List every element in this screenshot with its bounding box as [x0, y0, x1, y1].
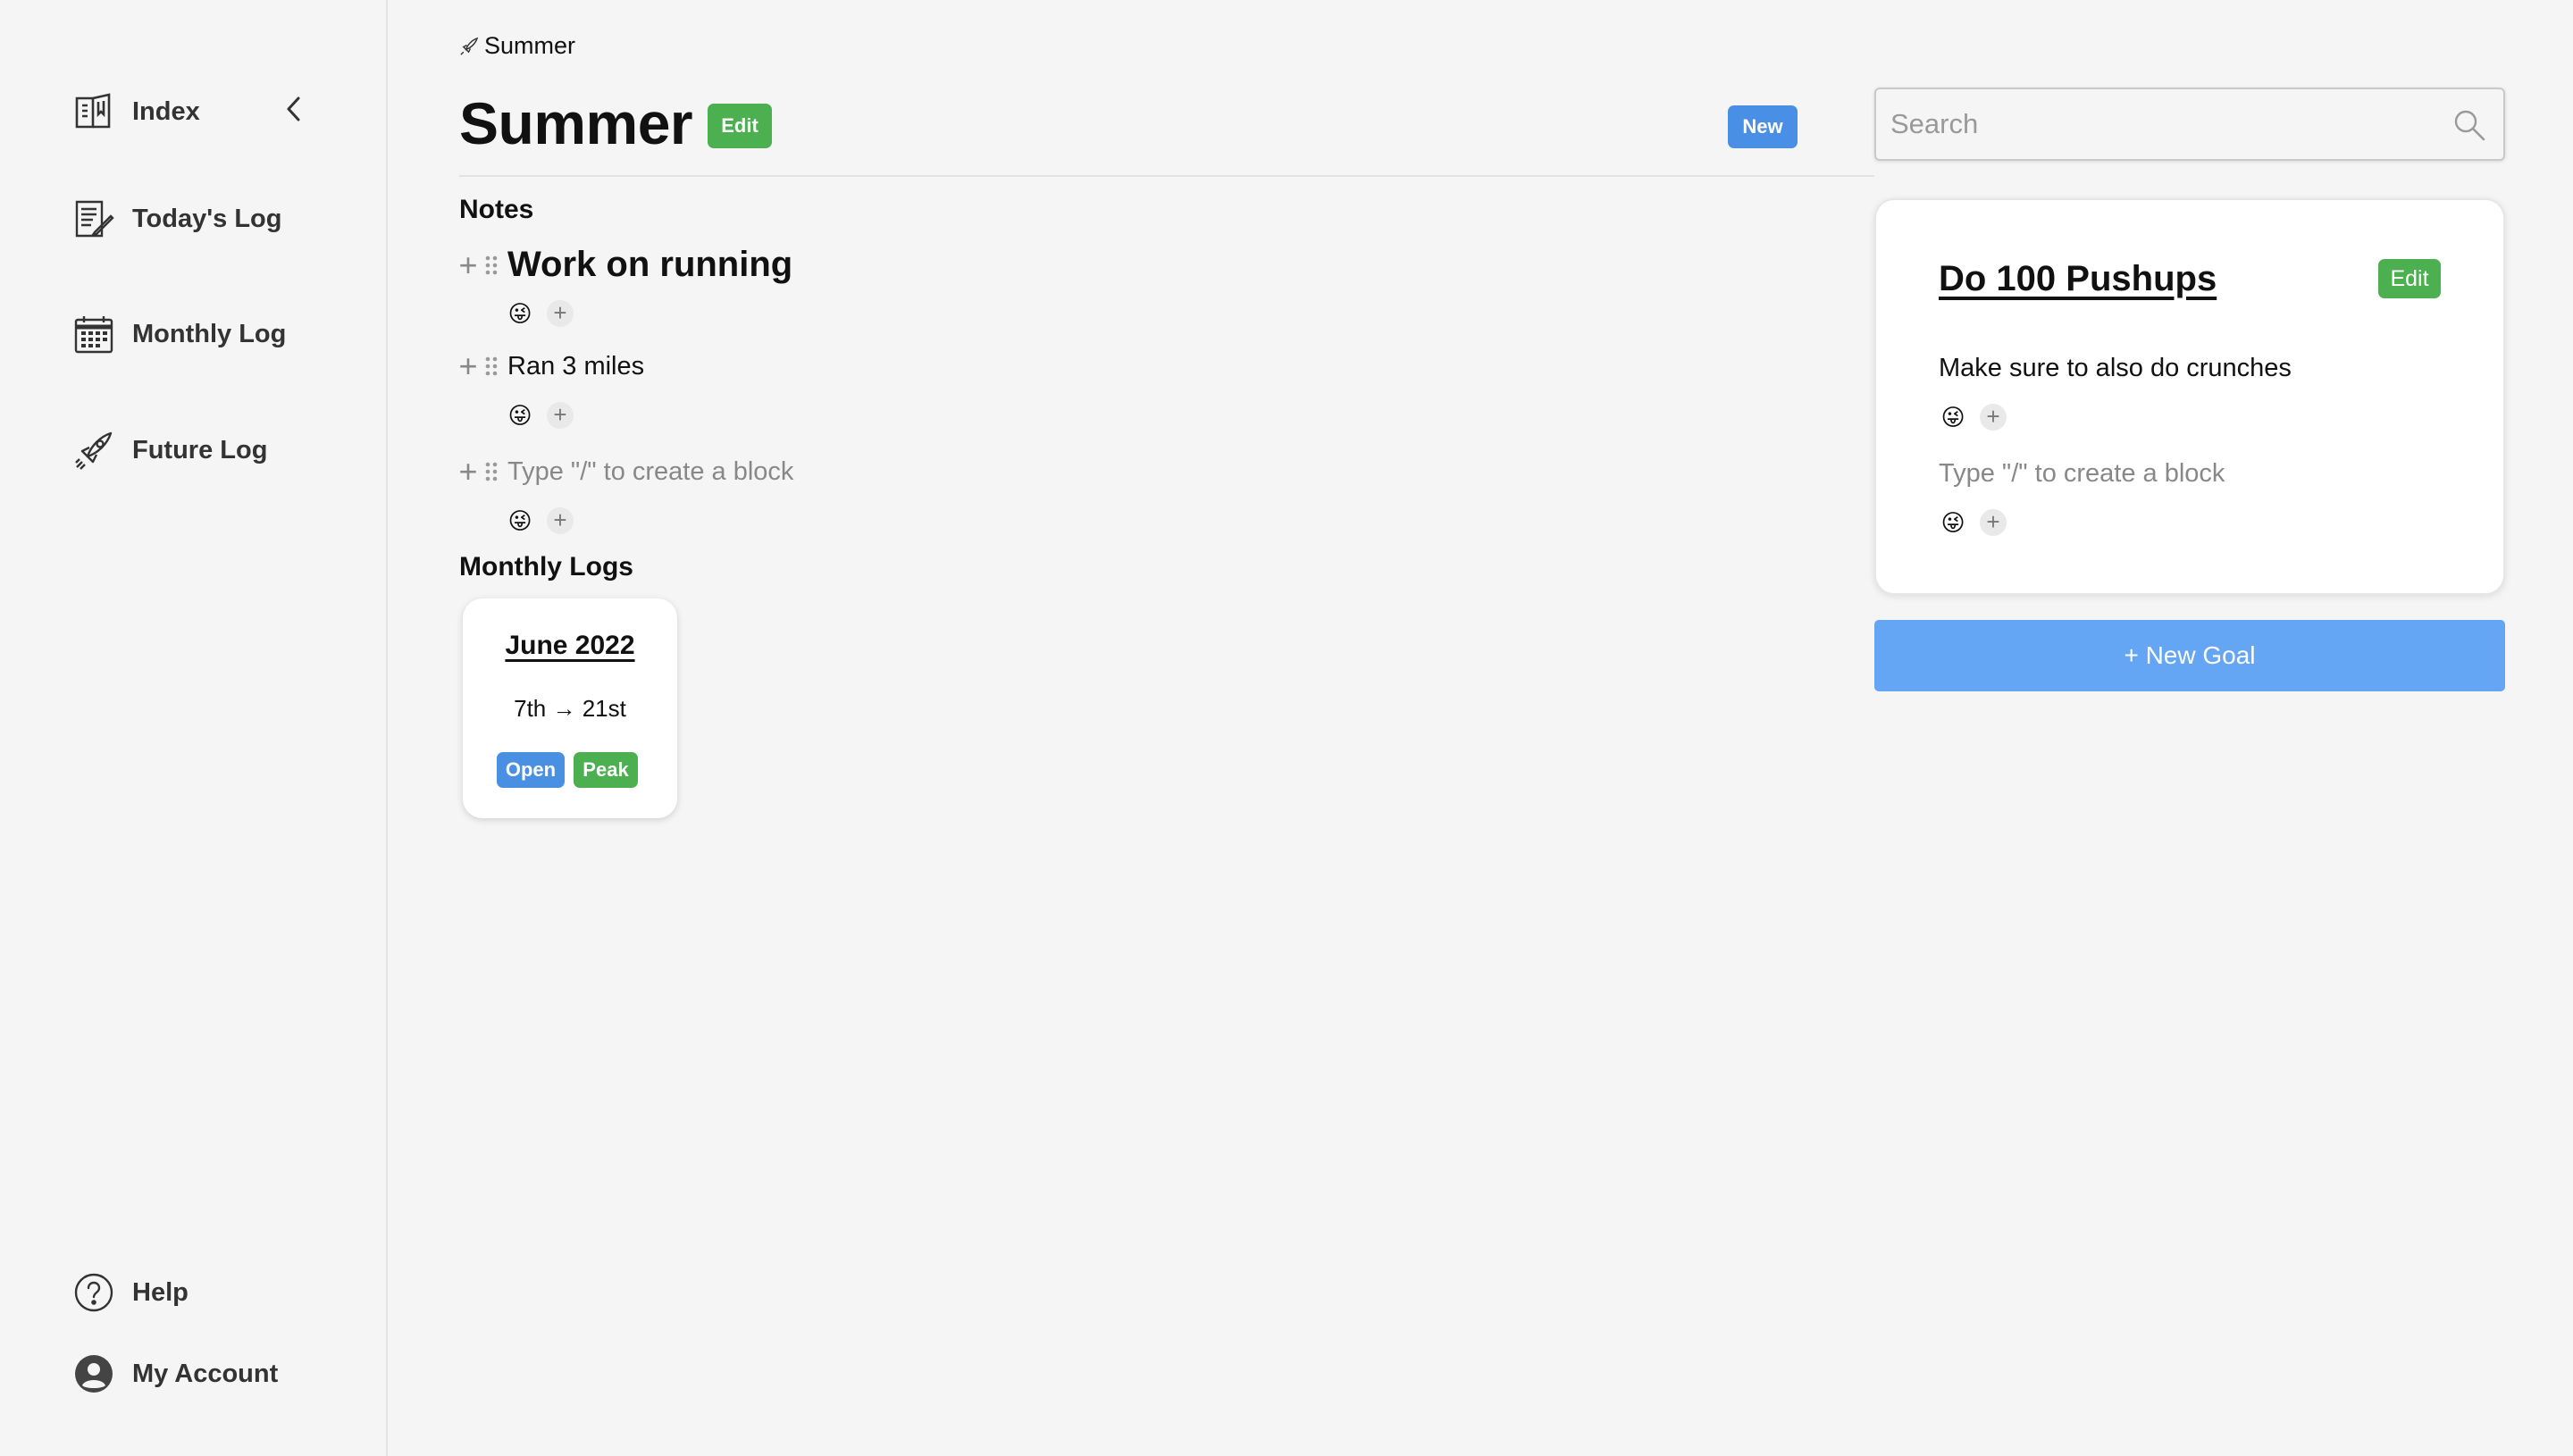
- new-button[interactable]: New: [1728, 105, 1798, 148]
- sidebar-item-label: Today's Log: [132, 204, 282, 233]
- reaction-row: 😜 +: [506, 507, 574, 534]
- note-block-text[interactable]: Work on running: [507, 245, 792, 285]
- account-icon: [73, 1353, 114, 1394]
- edit-title-button[interactable]: Edit: [708, 104, 772, 148]
- chevron-left-icon: [287, 96, 300, 121]
- reaction-emoji[interactable]: 😜: [506, 404, 534, 427]
- drag-handle-icon[interactable]: [482, 254, 500, 277]
- reaction-row: 😜 +: [506, 300, 574, 327]
- sidebar-item-index[interactable]: Index: [73, 91, 200, 132]
- goal-text[interactable]: Make sure to also do crunches: [1939, 354, 2292, 383]
- book-icon: [73, 91, 114, 132]
- block-handle[interactable]: +: [456, 248, 500, 281]
- add-reaction-button[interactable]: +: [547, 402, 574, 429]
- sidebar-item-todays-log[interactable]: Today's Log: [73, 198, 281, 239]
- sidebar-item-future-log[interactable]: Future Log: [73, 430, 267, 471]
- note-block: + Work on running: [456, 245, 792, 285]
- note-block-empty: + Type "/" to create a block: [456, 456, 793, 488]
- goal-title[interactable]: Do 100 Pushups: [1939, 259, 2217, 299]
- reaction-emoji[interactable]: 😜: [1939, 406, 1967, 429]
- block-placeholder[interactable]: Type "/" to create a block: [1939, 459, 2225, 489]
- drag-handle-icon[interactable]: [482, 460, 500, 483]
- reaction-emoji[interactable]: 😜: [506, 302, 534, 325]
- new-goal-button[interactable]: + New Goal: [1874, 620, 2505, 691]
- search-box: [1874, 88, 2505, 161]
- reaction-emoji[interactable]: 😜: [1939, 511, 1967, 534]
- monthly-log-range: 7th → 21st: [514, 695, 626, 722]
- sidebar-item-my-account[interactable]: My Account: [73, 1353, 278, 1394]
- reaction-row: 😜 +: [506, 402, 574, 429]
- add-block-icon[interactable]: +: [456, 456, 481, 488]
- reaction-emoji[interactable]: 😜: [506, 509, 534, 532]
- sidebar: Index Today's Log Monthly Log Future Log…: [0, 0, 388, 1456]
- breadcrumb[interactable]: Summer: [459, 32, 575, 60]
- add-reaction-button[interactable]: +: [547, 507, 574, 534]
- block-placeholder[interactable]: Type "/" to create a block: [507, 457, 793, 487]
- journal-icon: [73, 198, 114, 239]
- peak-button[interactable]: Peak: [574, 752, 638, 788]
- monthly-logs-heading: Monthly Logs: [459, 552, 633, 582]
- note-block: + Ran 3 miles: [456, 350, 644, 382]
- monthly-log-card[interactable]: June 2022 7th → 21st Open Peak: [463, 598, 677, 818]
- add-reaction-button[interactable]: +: [1980, 404, 2007, 431]
- divider: [459, 175, 1874, 177]
- search-input[interactable]: [1890, 89, 2444, 159]
- add-reaction-button[interactable]: +: [1980, 509, 2007, 536]
- main-content: Summer Summer Edit New Notes + Work on r…: [388, 0, 2573, 1456]
- sidebar-item-label: My Account: [132, 1359, 279, 1388]
- block-handle[interactable]: +: [456, 350, 500, 382]
- rocket-icon: [460, 37, 479, 55]
- add-block-icon[interactable]: +: [456, 350, 481, 382]
- sidebar-item-label: Monthly Log: [132, 319, 287, 348]
- drag-handle-icon[interactable]: [482, 355, 500, 378]
- calendar-icon: [73, 314, 114, 355]
- note-block-text[interactable]: Ran 3 miles: [507, 352, 644, 381]
- reaction-row: 😜 +: [1939, 404, 2007, 431]
- add-block-icon[interactable]: +: [456, 248, 481, 281]
- search-icon[interactable]: [2451, 107, 2487, 143]
- open-button[interactable]: Open: [497, 752, 565, 788]
- sidebar-item-monthly-log[interactable]: Monthly Log: [73, 314, 286, 355]
- sidebar-item-label: Future Log: [132, 435, 268, 464]
- monthly-log-title[interactable]: June 2022: [463, 631, 677, 661]
- help-icon: [73, 1272, 114, 1313]
- sidebar-item-label: Help: [132, 1277, 189, 1307]
- edit-goal-button[interactable]: Edit: [2378, 259, 2441, 298]
- breadcrumb-label: Summer: [484, 32, 576, 59]
- collapse-sidebar-button[interactable]: [281, 93, 307, 125]
- add-reaction-button[interactable]: +: [547, 300, 574, 327]
- sidebar-item-label: Index: [132, 96, 200, 126]
- rocket-icon: [73, 430, 114, 471]
- block-handle[interactable]: +: [456, 456, 500, 488]
- reaction-row: 😜 +: [1939, 509, 2007, 536]
- notes-heading: Notes: [459, 195, 534, 224]
- sidebar-item-help[interactable]: Help: [73, 1272, 189, 1313]
- page-title: Summer: [459, 90, 693, 156]
- goal-card: Do 100 Pushups Edit Make sure to also do…: [1874, 198, 2505, 595]
